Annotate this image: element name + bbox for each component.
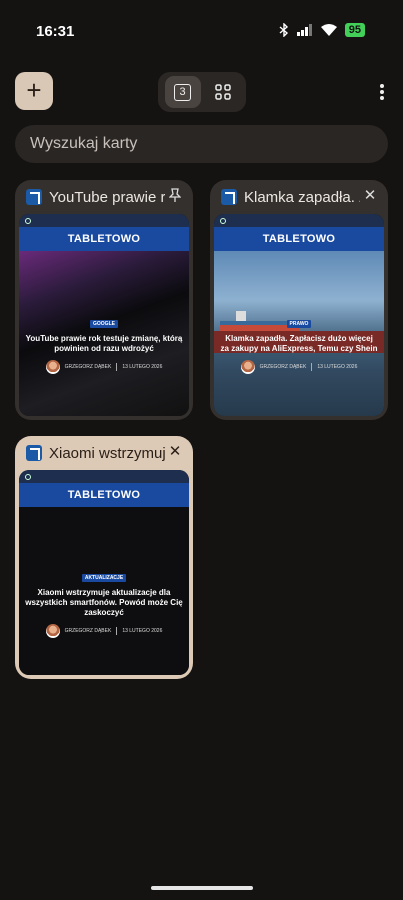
wifi-icon [320,24,337,36]
article-date: 13 LUTEGO 2026 [122,364,163,370]
tab-groups-button[interactable] [206,76,240,108]
tab-card[interactable]: Klamka zapadła. Zapłacisz dużo więcej za… [210,180,388,420]
category-tag: PRAWO [286,320,312,328]
author-name: GRZEGORZ DĄBEK [64,364,112,370]
thumbnail-topbar [19,470,189,483]
tab-thumbnail: TABLETOWO GOOGLE YouTube prawie rok test… [19,214,189,416]
tab-card-header: Klamka zapadła. Zapłacisz dużo więcej za… [210,180,388,214]
article-headline: Klamka zapadła. Zapłacisz dużo więcej za… [220,334,378,353]
gesture-nav-handle[interactable] [151,886,253,890]
site-favicon-icon [221,189,237,205]
author-avatar [45,624,60,638]
meta-divider [116,627,118,635]
tab-card-active[interactable]: Xiaomi wstrzymuje aktualizacje dla wszys… [15,436,193,679]
article-meta: GRZEGORZ DĄBEK 13 LUTEGO 2026 [220,360,378,374]
meta-divider [311,363,313,371]
thumbnail-topbar [214,214,384,227]
site-favicon-icon [26,189,42,205]
site-logo: TABLETOWO [19,227,189,251]
battery-indicator: 95 [344,23,365,37]
signal-icon [296,24,312,36]
grid-icon [214,84,231,100]
author-avatar [240,360,255,374]
article-preview: AKTUALIZACJE Xiaomi wstrzymuje aktualiza… [25,566,183,638]
tab-card-header: Xiaomi wstrzymuje aktualizacje dla wszys… [15,436,193,470]
tab-title: Xiaomi wstrzymuje aktualizacje dla wszys… [49,445,165,462]
tab-title: YouTube prawie rok testuje zmianę, którą… [49,189,165,206]
tab-count-button[interactable]: 3 [164,76,201,108]
tab-card[interactable]: YouTube prawie rok testuje zmianę, którą… [15,180,193,420]
category-tag: GOOGLE [90,320,118,328]
author-name: GRZEGORZ DĄBEK [259,364,307,370]
close-icon[interactable]: ✕ [362,188,378,204]
tab-title: Klamka zapadła. Zapłacisz dużo więcej za… [244,189,360,206]
author-name: GRZEGORZ DĄBEK [64,628,112,634]
more-vert-icon[interactable] [379,82,385,102]
tab-switcher-toolbar: + 3 [15,72,390,112]
new-tab-button[interactable]: + [15,72,53,110]
status-time: 16:31 [36,23,75,40]
search-tabs-field[interactable]: Wyszukaj karty [15,125,388,163]
site-logo: TABLETOWO [19,483,189,507]
thumbnail-topbar [19,214,189,227]
tab-mode-switcher: 3 [158,72,246,112]
article-preview: GOOGLE YouTube prawie rok testuje zmianę… [25,312,183,374]
status-icons: 95 [279,23,365,37]
article-date: 13 LUTEGO 2026 [317,364,358,370]
category-tag: AKTUALIZACJE [81,574,127,582]
tab-card-header: YouTube prawie rok testuje zmianę, którą… [15,180,193,214]
site-logo: TABLETOWO [214,227,384,251]
article-meta: GRZEGORZ DĄBEK 13 LUTEGO 2026 [25,360,183,374]
pin-icon[interactable] [167,188,183,204]
plus-icon: + [26,75,42,105]
author-avatar [45,360,60,374]
bluetooth-icon [279,23,288,37]
status-bar: 16:31 95 [0,0,403,60]
article-headline: YouTube prawie rok testuje zmianę, którą… [25,334,183,353]
tab-thumbnail: TABLETOWO AKTUALIZACJE Xiaomi wstrzymuje… [19,470,189,675]
site-favicon-icon [26,445,42,461]
tab-thumbnail: TABLETOWO PRAWO Klamka zapadła. Zapłacis… [214,214,384,416]
article-meta: GRZEGORZ DĄBEK 13 LUTEGO 2026 [25,624,183,638]
article-headline: Xiaomi wstrzymuje aktualizacje dla wszys… [25,588,183,617]
article-date: 13 LUTEGO 2026 [122,628,163,634]
tab-count-icon: 3 [174,83,191,101]
meta-divider [116,363,118,371]
article-preview: PRAWO Klamka zapadła. Zapłacisz dużo wię… [220,312,378,374]
close-icon[interactable]: ✕ [167,444,183,460]
